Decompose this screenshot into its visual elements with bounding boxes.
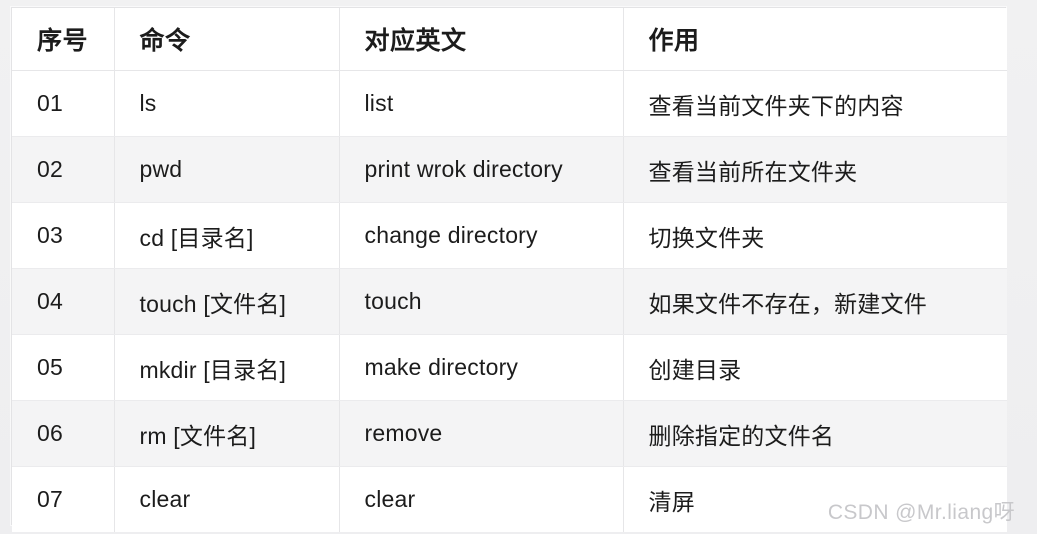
cell-seq: 05 <box>12 334 115 401</box>
cell-english: print wrok directory <box>339 136 624 203</box>
page-background: 序号 命令 对应英文 作用 01 ls list 查看当前文件夹下的内容 02 … <box>0 0 1037 534</box>
cell-usage: 查看当前所在文件夹 <box>623 136 1007 203</box>
cell-command: cd [目录名] <box>114 202 340 269</box>
column-header-command: 命令 <box>114 8 340 71</box>
cell-english: list <box>339 70 624 137</box>
table-row: 06 rm [文件名] remove 删除指定的文件名 <box>12 400 1007 467</box>
cell-usage: 查看当前文件夹下的内容 <box>623 70 1007 137</box>
cell-usage: 清屏 <box>623 466 1007 532</box>
cell-english: make directory <box>339 334 624 401</box>
table-body: 01 ls list 查看当前文件夹下的内容 02 pwd print wrok… <box>12 70 1007 532</box>
linux-command-table: 序号 命令 对应英文 作用 01 ls list 查看当前文件夹下的内容 02 … <box>12 8 1007 532</box>
cell-command: mkdir [目录名] <box>114 334 340 401</box>
cell-english: touch <box>339 268 624 335</box>
cell-seq: 02 <box>12 136 115 203</box>
column-header-seq: 序号 <box>12 8 115 71</box>
cell-usage: 删除指定的文件名 <box>623 400 1007 467</box>
cell-usage: 切换文件夹 <box>623 202 1007 269</box>
table-row: 05 mkdir [目录名] make directory 创建目录 <box>12 334 1007 401</box>
column-header-english: 对应英文 <box>339 8 624 71</box>
table-header-row: 序号 命令 对应英文 作用 <box>12 8 1007 71</box>
table-row: 07 clear clear 清屏 <box>12 466 1007 532</box>
table-row: 03 cd [目录名] change directory 切换文件夹 <box>12 202 1007 269</box>
table-header: 序号 命令 对应英文 作用 <box>12 8 1007 71</box>
table-row: 04 touch [文件名] touch 如果文件不存在，新建文件 <box>12 268 1007 335</box>
cell-seq: 07 <box>12 466 115 532</box>
column-header-usage: 作用 <box>623 8 1007 71</box>
cell-usage: 创建目录 <box>623 334 1007 401</box>
cell-english: remove <box>339 400 624 467</box>
cell-english: change directory <box>339 202 624 269</box>
cell-english: clear <box>339 466 624 532</box>
cell-command: touch [文件名] <box>114 268 340 335</box>
table-row: 01 ls list 查看当前文件夹下的内容 <box>12 70 1007 137</box>
cell-command: rm [文件名] <box>114 400 340 467</box>
cell-command: pwd <box>114 136 340 203</box>
cell-seq: 03 <box>12 202 115 269</box>
cell-seq: 01 <box>12 70 115 137</box>
cell-usage: 如果文件不存在，新建文件 <box>623 268 1007 335</box>
cell-seq: 04 <box>12 268 115 335</box>
table-row: 02 pwd print wrok directory 查看当前所在文件夹 <box>12 136 1007 203</box>
cell-command: clear <box>114 466 340 532</box>
cell-command: ls <box>114 70 340 137</box>
cell-seq: 06 <box>12 400 115 467</box>
linux-command-table-container: 序号 命令 对应英文 作用 01 ls list 查看当前文件夹下的内容 02 … <box>11 7 1007 532</box>
